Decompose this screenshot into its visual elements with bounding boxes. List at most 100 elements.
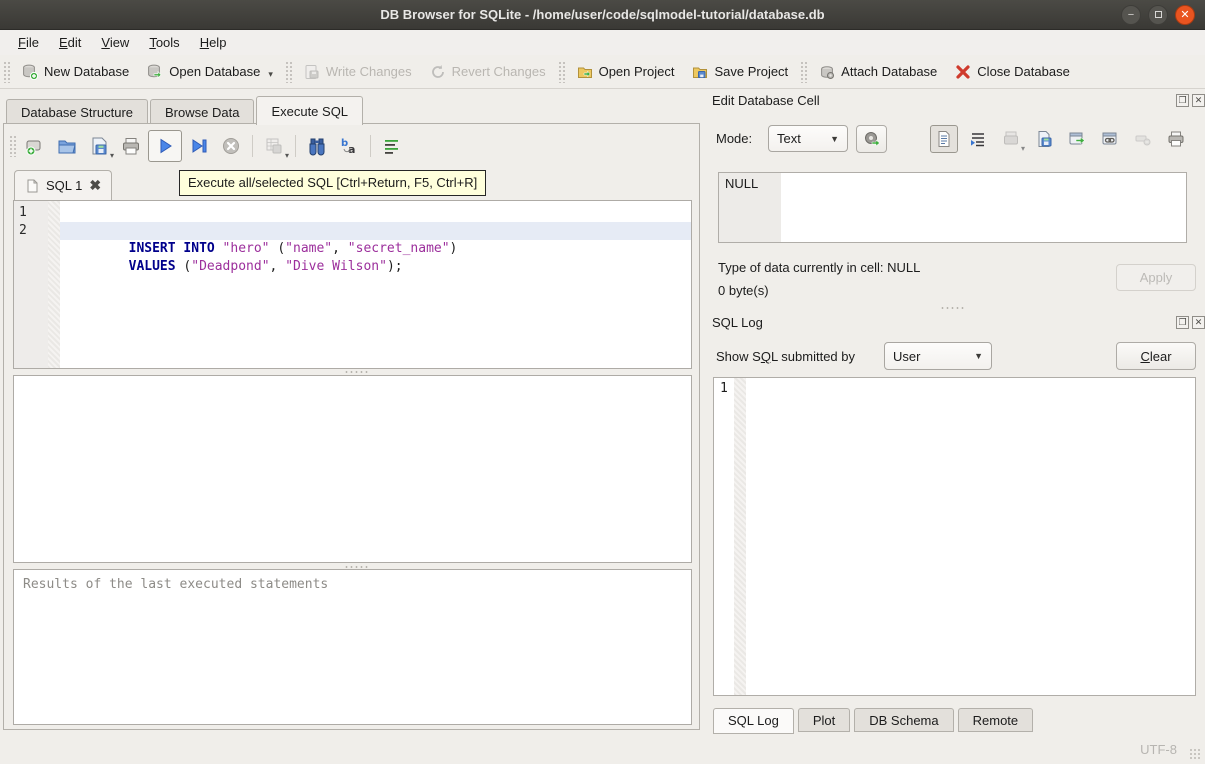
sql-log-panel-title: SQL Log [712,315,763,330]
log-filter-select[interactable]: User ▼ [884,342,992,370]
dock-splitter-handle[interactable] [940,306,966,310]
save-sql-file-icon [89,136,109,156]
toolbar-grip[interactable] [800,61,807,83]
sql-editor[interactable]: 1 INSERT INTO "hero" ("name", "secret_na… [13,200,692,369]
word-wrap-button[interactable] [964,125,992,153]
save-file-icon [1035,130,1053,148]
bottom-tab-bar: SQL Log Plot DB Schema Remote [713,708,1037,734]
open-project-button[interactable]: Open Project [568,59,684,85]
resize-grip[interactable] [1189,748,1201,760]
save-sql-dropdown-icon[interactable]: ▾ [110,151,114,160]
menu-help[interactable]: Help [190,32,237,53]
save-results-dropdown-icon: ▾ [285,151,289,160]
link-button[interactable] [1096,125,1124,153]
results-table-pane[interactable] [13,375,692,563]
tab-browse-data[interactable]: Browse Data [150,99,254,125]
tab-remote[interactable]: Remote [958,708,1034,732]
export-button[interactable] [1063,125,1091,153]
menu-edit[interactable]: Edit [49,32,91,53]
log-fold-margin [734,378,746,695]
float-icon[interactable]: ❐ [1176,316,1189,329]
titlebar: DB Browser for SQLite - /home/user/code/… [0,0,1205,30]
toolbar-grip[interactable] [558,61,565,83]
window-controls: − ✕ [1121,5,1195,25]
write-changes-icon [304,64,320,80]
open-sql-file-button[interactable] [52,131,82,161]
new-sql-tab-button[interactable] [20,131,50,161]
open-database-icon [147,64,163,80]
chevron-down-icon: ▼ [974,351,983,361]
new-database-icon [22,64,38,80]
menu-tools[interactable]: Tools [139,32,189,53]
code-area[interactable]: 1 INSERT INTO "hero" ("name", "secret_na… [14,204,691,240]
float-icon[interactable]: ❐ [1176,94,1189,107]
results-log-pane[interactable]: Results of the last executed statements [13,569,692,725]
tab-plot[interactable]: Plot [798,708,850,732]
tab-execute-sql[interactable]: Execute SQL [256,96,363,125]
sql-toolbar-grip[interactable] [9,135,16,157]
close-icon[interactable]: ✕ [1192,316,1205,329]
mode-label: Mode: [716,131,752,146]
open-database-dropdown-icon[interactable]: ▾ [268,69,273,80]
cell-null-label: NULL [725,176,758,191]
open-project-icon [577,64,593,80]
line-number: 2 [19,222,27,240]
tab-db-schema[interactable]: DB Schema [854,708,953,732]
clear-log-button[interactable]: Clear [1116,342,1196,370]
execute-current-line-button[interactable] [184,131,214,161]
revert-changes-icon [430,64,446,80]
text-mode-button[interactable] [930,125,958,153]
attach-database-button[interactable]: Attach Database [810,59,946,85]
toolbar-grip[interactable] [285,61,292,83]
execute-all-icon [155,136,175,156]
tab-sql-log[interactable]: SQL Log [713,708,794,734]
save-sql-file-button[interactable]: ▾ [84,131,114,161]
close-icon[interactable]: ✕ [1192,94,1205,107]
save-results-button: ▾ [259,131,289,161]
execute-all-button[interactable] [148,130,182,162]
separator [370,135,371,157]
export-icon [1068,130,1086,148]
format-sql-icon [382,136,402,156]
close-database-icon [955,64,971,80]
tooltip: Execute all/selected SQL [Ctrl+Return, F… [179,170,486,196]
main-toolbar: New Database Open Database ▾ Write Chang… [0,55,1205,89]
sql-log-view[interactable]: 1 [713,377,1196,696]
stop-button [216,131,246,161]
save-project-button[interactable]: Save Project [683,59,797,85]
print-cell-button[interactable] [1162,125,1190,153]
separator [295,135,296,157]
log-filter-label: Show SQL submitted by [716,349,855,364]
splitter-handle[interactable] [344,370,370,374]
import-data-button[interactable] [856,125,887,153]
open-file-dropdown-icon: ▾ [1021,144,1025,153]
save-file-button[interactable] [1030,125,1058,153]
maximize-icon[interactable] [1148,5,1168,25]
open-database-button[interactable]: Open Database ▾ [138,59,282,85]
find-icon [307,136,327,156]
close-tab-icon[interactable]: ✖ [89,177,101,194]
chevron-down-icon: ▼ [830,134,839,144]
cell-editor-content[interactable] [781,173,1186,242]
toolbar-grip[interactable] [3,61,10,83]
set-null-icon [1134,130,1152,148]
new-database-button[interactable]: New Database [13,59,138,85]
sql-toolbar: ▾ [6,128,408,164]
mode-select[interactable]: Text ▼ [768,125,848,152]
close-database-button[interactable]: Close Database [946,59,1079,85]
svg-text:a: a [348,143,355,156]
tab-database-structure[interactable]: Database Structure [6,99,148,125]
minimize-icon[interactable]: − [1121,5,1141,25]
cell-editor[interactable]: NULL [718,172,1187,243]
close-icon[interactable]: ✕ [1175,5,1195,25]
find-replace-button[interactable]: b a [334,131,364,161]
menu-file[interactable]: File [8,32,49,53]
find-button[interactable] [302,131,332,161]
format-sql-button[interactable] [377,131,407,161]
menu-view[interactable]: View [91,32,139,53]
code-line[interactable]: 1 INSERT INTO "hero" ("name", "secret_na… [14,204,691,222]
attach-database-icon [819,64,835,80]
code-line-current[interactable]: 2 VALUES ("Deadpond", "Dive Wilson"); [14,222,691,240]
sql-document-tab[interactable]: SQL 1 ✖ [14,170,112,200]
print-sql-button[interactable] [116,131,146,161]
